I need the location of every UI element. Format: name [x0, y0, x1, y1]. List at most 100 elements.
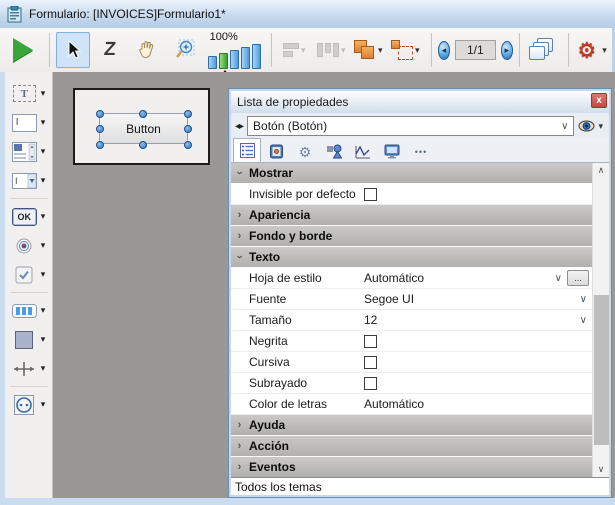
- input-tool[interactable]: I ▾: [5, 108, 52, 137]
- color-de-letras-value[interactable]: Automático: [364, 397, 589, 411]
- form-pages-button[interactable]: [525, 32, 559, 68]
- previous-page-arrow-icon: ◂: [442, 45, 447, 56]
- checkbox-tool[interactable]: ▾: [5, 260, 52, 289]
- zoom-bar-50[interactable]: [208, 56, 217, 69]
- previous-page-button[interactable]: ◂: [438, 41, 450, 60]
- radio-tool-icon: [12, 236, 37, 256]
- level-dropdown-caret[interactable]: ▾: [378, 45, 383, 56]
- section-accion[interactable]: › Acción: [231, 436, 592, 457]
- rectangle-tool-caret[interactable]: ▾: [41, 334, 46, 345]
- zoom-tool-button[interactable]: [167, 32, 201, 68]
- section-eventos[interactable]: › Eventos: [231, 457, 592, 477]
- magnifier-icon: [173, 39, 195, 61]
- scroll-up-icon[interactable]: ∧: [593, 163, 609, 178]
- button-grid-tool[interactable]: ▾: [5, 296, 52, 325]
- listbox-tool[interactable]: ▾: [5, 137, 52, 166]
- view-options-caret[interactable]: ▾: [598, 121, 603, 132]
- section-ayuda[interactable]: › Ayuda: [231, 415, 592, 436]
- listbox-tool-caret[interactable]: ▾: [41, 146, 46, 157]
- tab-data[interactable]: [262, 141, 290, 162]
- object-selector-dropdown[interactable]: Botón (Botón) ∨: [247, 116, 574, 136]
- cursiva-checkbox[interactable]: [364, 356, 377, 369]
- button-grid-tool-caret[interactable]: ▾: [41, 305, 46, 316]
- tab-display[interactable]: [378, 141, 406, 162]
- tamano-value[interactable]: 12: [364, 313, 577, 327]
- tab-property-list[interactable]: [233, 138, 261, 162]
- zoom-bar-400[interactable]: [241, 47, 250, 69]
- zoom-bar-800[interactable]: [252, 44, 261, 69]
- selection-handle-top-right[interactable]: [184, 110, 192, 118]
- pointer-tool-button[interactable]: [56, 32, 90, 68]
- input-tool-caret[interactable]: ▾: [41, 117, 46, 128]
- section-fondo-y-borde[interactable]: › Fondo y borde: [231, 226, 592, 247]
- form-editor-window: Formulario: [INVOICES]Formulario1* Z: [0, 0, 615, 505]
- chevron-down-icon[interactable]: ∨: [580, 315, 587, 326]
- section-apariencia[interactable]: › Apariencia: [231, 205, 592, 226]
- tab-objects[interactable]: [320, 141, 348, 162]
- property-row-cursiva: Cursiva: [231, 352, 592, 373]
- rectangle-tool[interactable]: ▾: [5, 325, 52, 354]
- theme-filter-label[interactable]: Todos los temas: [235, 480, 322, 494]
- next-page-button[interactable]: ▸: [501, 41, 513, 60]
- radio-tool[interactable]: ▾: [5, 231, 52, 260]
- panel-close-button[interactable]: x: [591, 93, 607, 108]
- tab-chart[interactable]: [349, 141, 377, 162]
- zoom-percentage: 100%: [210, 32, 238, 43]
- view-options-button[interactable]: ▾: [578, 120, 605, 132]
- selection-handle-bottom-left[interactable]: [96, 141, 104, 149]
- panel-titlebar[interactable]: Lista de propiedades x: [231, 91, 609, 113]
- hoja-de-estilo-value[interactable]: Automático: [364, 271, 552, 285]
- text-tool[interactable]: T ▾: [5, 79, 52, 108]
- zoom-bars-icon[interactable]: [208, 43, 261, 69]
- entry-order-tool-button[interactable]: Z: [93, 32, 127, 68]
- run-form-button[interactable]: [6, 32, 40, 68]
- plugin-tool-caret[interactable]: ▾: [41, 399, 46, 410]
- scrollbar-thumb[interactable]: [594, 295, 609, 445]
- checkbox-tool-caret[interactable]: ▾: [41, 269, 46, 280]
- move-tool-button[interactable]: [130, 32, 164, 68]
- close-icon: x: [596, 96, 602, 106]
- page-indicator: 1/1: [467, 43, 484, 57]
- button-tool[interactable]: OK ▾: [5, 202, 52, 231]
- splitter-tool[interactable]: ▾: [5, 354, 52, 383]
- scroll-down-icon[interactable]: ∨: [593, 462, 609, 477]
- selected-object-label: Botón (Botón): [253, 119, 561, 133]
- section-mostrar[interactable]: › Mostrar: [231, 163, 592, 184]
- tab-settings[interactable]: ⚙: [291, 141, 319, 162]
- button-tool-caret[interactable]: ▾: [41, 211, 46, 222]
- combobox-tool-caret[interactable]: ▾: [41, 175, 46, 186]
- selection-handle-bottom-right[interactable]: [184, 141, 192, 149]
- toolbar-separator: [431, 33, 432, 67]
- splitter-tool-caret[interactable]: ▾: [41, 363, 46, 374]
- settings-dropdown-caret[interactable]: ▾: [602, 45, 607, 56]
- panel-scrollbar[interactable]: ∧ ∨: [592, 163, 609, 477]
- negrita-checkbox[interactable]: [364, 335, 377, 348]
- group-dropdown-caret[interactable]: ▾: [415, 45, 420, 56]
- group-tool-button[interactable]: ▾: [388, 32, 422, 68]
- selection-handle-middle-left[interactable]: [96, 125, 104, 133]
- combobox-tool[interactable]: I ▾: [5, 166, 52, 195]
- selection-handle-top-center[interactable]: [139, 110, 147, 118]
- text-tool-caret[interactable]: ▾: [41, 88, 46, 99]
- chevron-down-icon[interactable]: ∨: [555, 273, 562, 284]
- object-nav-arrows-icon[interactable]: ◂▸: [235, 121, 243, 132]
- subrayado-checkbox[interactable]: [364, 377, 377, 390]
- level-tool-button[interactable]: ▾: [351, 32, 385, 68]
- zoom-level-widget[interactable]: 100%: [208, 32, 261, 69]
- settings-button[interactable]: ⚙ ▾: [575, 32, 609, 68]
- selection-handle-top-left[interactable]: [96, 110, 104, 118]
- fuente-value[interactable]: Segoe UI: [364, 292, 577, 306]
- tab-more[interactable]: •••: [407, 141, 435, 162]
- selection-handle-bottom-center[interactable]: [139, 141, 147, 149]
- zoom-bar-200[interactable]: [230, 50, 239, 69]
- hoja-de-estilo-ellipsis-button[interactable]: ...: [567, 270, 589, 286]
- zoom-bar-100-current[interactable]: [219, 53, 228, 69]
- radio-tool-caret[interactable]: ▾: [41, 240, 46, 251]
- selection-handle-middle-right[interactable]: [184, 125, 192, 133]
- section-texto[interactable]: › Texto: [231, 247, 592, 268]
- align-icon: [283, 43, 299, 57]
- invisible-checkbox[interactable]: [364, 188, 377, 201]
- plugin-tool[interactable]: ▾: [5, 390, 52, 419]
- chevron-down-icon[interactable]: ∨: [580, 294, 587, 305]
- window-title: Formulario: [INVOICES]Formulario1*: [29, 7, 226, 21]
